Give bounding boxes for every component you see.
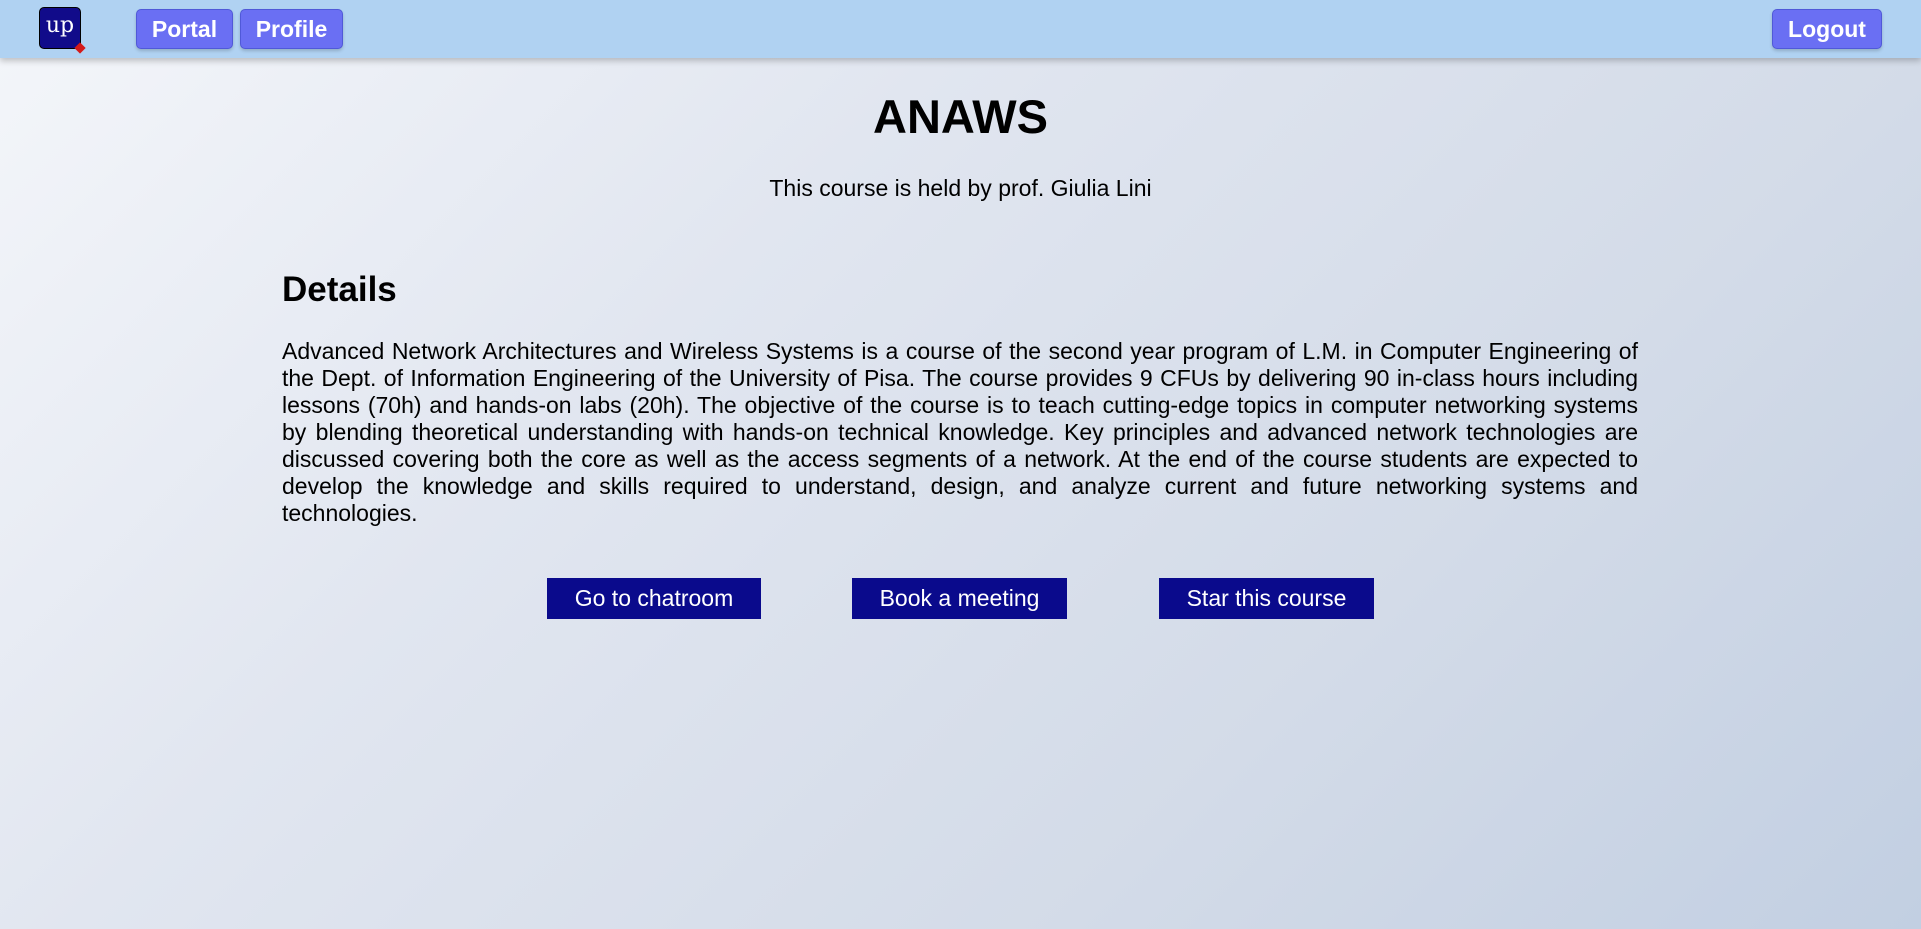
portal-button[interactable]: Portal [136,9,233,49]
top-navbar: up Portal Profile Logout [0,0,1921,58]
logo-accent-icon [74,42,86,54]
logo-text: up [45,13,75,38]
go-to-chatroom-button[interactable]: Go to chatroom [547,578,761,619]
details-heading: Details [282,270,397,309]
book-meeting-button[interactable]: Book a meeting [852,578,1067,619]
logout-button[interactable]: Logout [1772,9,1882,49]
star-course-button[interactable]: Star this course [1159,578,1374,619]
course-title: ANAWS [873,90,1048,143]
course-description: Advanced Network Architectures and Wirel… [282,338,1638,526]
course-professor: This course is held by prof. Giulia Lini [769,175,1152,201]
app-logo[interactable]: up [39,7,86,54]
profile-button[interactable]: Profile [240,9,343,49]
